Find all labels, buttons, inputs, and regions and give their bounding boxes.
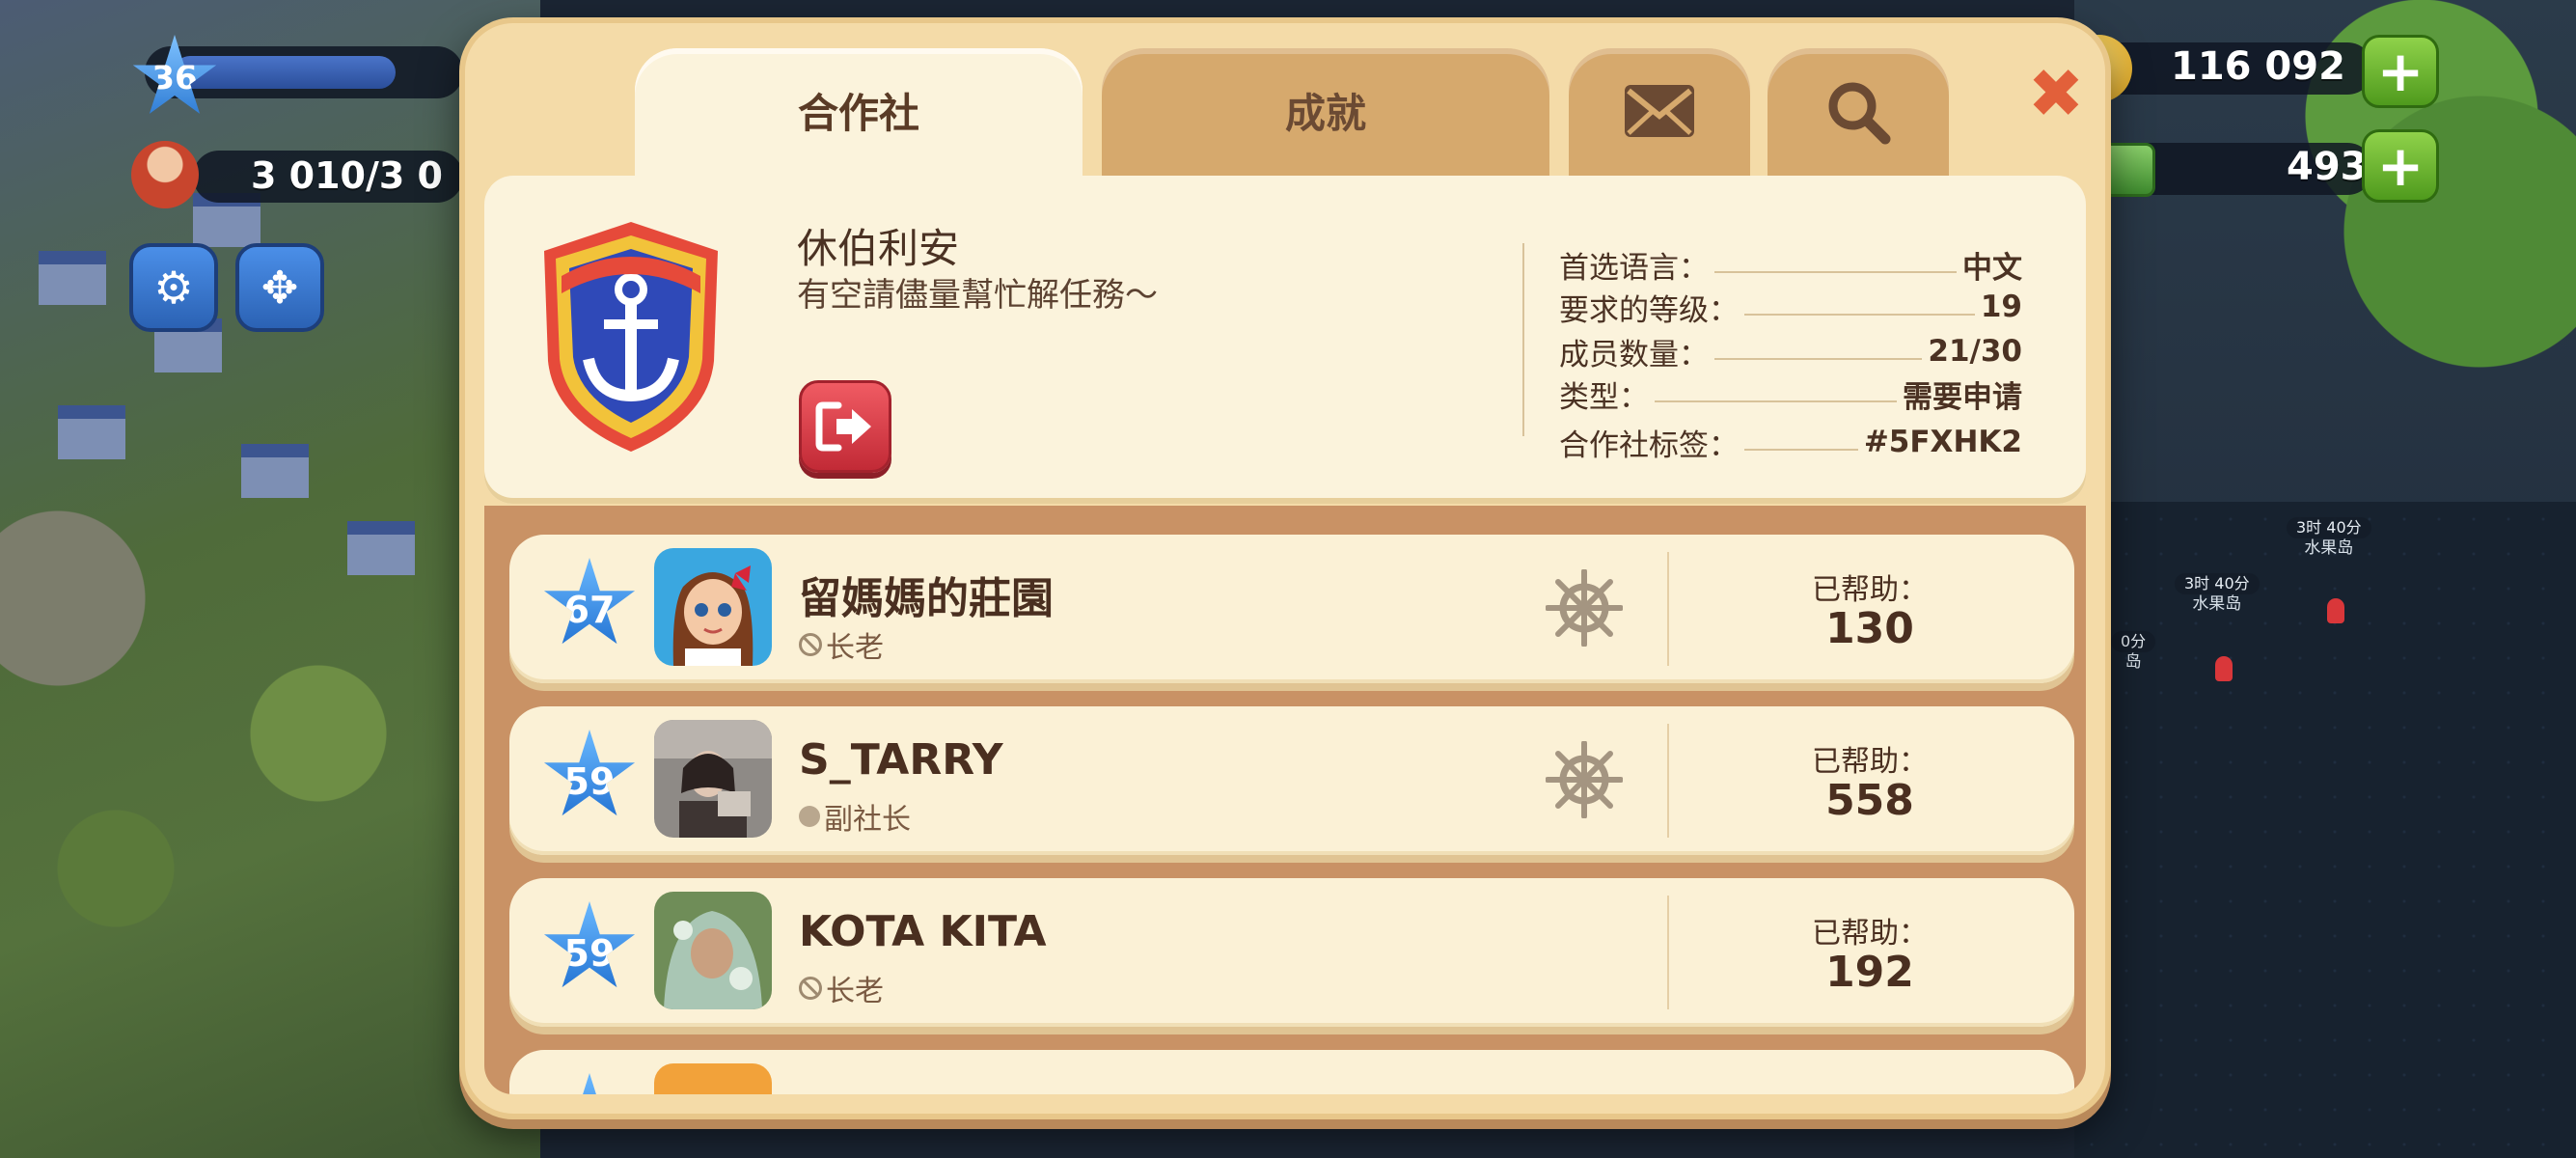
- helped-count: 130: [1825, 604, 1914, 653]
- tab-achievements[interactable]: 成就: [1102, 48, 1549, 176]
- avatar[interactable]: [654, 720, 772, 838]
- add-cash-button[interactable]: +: [2362, 129, 2439, 203]
- member-name: KOTA KITA: [799, 907, 1047, 956]
- buoy-icon: [2327, 598, 2344, 623]
- member-row[interactable]: 59 S_TARRY 副社长 已帮助： 558: [509, 706, 2074, 855]
- avatar[interactable]: [654, 892, 772, 1009]
- stat-language: 首选语言： 中文: [1559, 250, 2022, 286]
- stat-required-level: 要求的等级： 19: [1559, 290, 2022, 328]
- member-role: 长老: [799, 967, 884, 1009]
- mail-icon: [1625, 85, 1694, 137]
- level-star-icon: 67: [543, 558, 636, 645]
- member-name: S_TARRY: [799, 735, 1003, 785]
- tab-search[interactable]: [1768, 48, 1949, 176]
- anchor-shield-icon: [544, 222, 718, 452]
- member-row[interactable]: 67 留媽媽的莊園 长老 已帮助： 130: [509, 535, 2074, 683]
- helped-label: 已帮助：: [1812, 745, 1928, 779]
- house: [241, 444, 309, 498]
- island-label[interactable]: 0分 岛: [2111, 631, 2156, 672]
- tab-coop[interactable]: 合作社: [635, 48, 1082, 193]
- house: [39, 251, 106, 305]
- helm-icon[interactable]: [1546, 741, 1623, 818]
- member-role: 长老: [799, 623, 884, 666]
- level-star-icon: [543, 1073, 636, 1094]
- divider: [1522, 243, 1524, 436]
- avatar[interactable]: [654, 548, 772, 666]
- level-star-icon: 59: [543, 730, 636, 816]
- population-icon: [131, 141, 199, 208]
- coop-info-card: 休伯利安 有空請儘量幫忙解任務～ 首选语言： 中文 要求的等级： 19 成员数量： 2…: [484, 176, 2086, 504]
- helm-icon[interactable]: [1546, 569, 1623, 647]
- island-label[interactable]: 3时 40分 水果岛: [2175, 573, 2260, 614]
- add-coins-button[interactable]: +: [2362, 35, 2439, 108]
- stat-type: 类型： 需要申请: [1559, 379, 2022, 415]
- ban-icon: [799, 633, 822, 656]
- helped-count: 558: [1825, 776, 1914, 825]
- move-arrows-icon[interactable]: ✥: [235, 243, 324, 332]
- stat-coop-tag: 合作社标签： #5FXHK2: [1559, 425, 2022, 463]
- island-label[interactable]: 3时 40分 水果岛: [2287, 517, 2371, 558]
- gear-icon[interactable]: ⚙: [129, 243, 218, 332]
- exit-door-icon: [815, 401, 871, 452]
- member-list[interactable]: 67 留媽媽的莊園 长老 已帮助： 130 59 S_TARRY 副社长 已帮助…: [484, 506, 2086, 1094]
- buoy-icon: [2215, 656, 2233, 681]
- ban-icon: [799, 977, 822, 1000]
- helped-label: 已帮助：: [1812, 917, 1928, 951]
- sea: [2074, 502, 2576, 1158]
- dot-icon: [799, 806, 820, 827]
- coop-name: 休伯利安: [797, 225, 960, 272]
- helped-label: 已帮助：: [1812, 573, 1928, 607]
- member-row[interactable]: 59 KOTA KITA 长老 已帮助： 192: [509, 878, 2074, 1027]
- search-icon: [1828, 82, 1891, 145]
- coop-panel: 合作社 成就 ✖ 休伯利安 有空請儘量幫忙解任務～ 首选语言： 中文 要求的等级…: [459, 17, 2111, 1119]
- house: [347, 521, 415, 575]
- tab-mail[interactable]: [1569, 48, 1750, 176]
- leave-coop-button[interactable]: [799, 380, 891, 473]
- close-button[interactable]: ✖: [2022, 60, 2090, 127]
- stat-member-count: 成员数量： 21/30: [1559, 334, 2022, 372]
- member-role: 副社长: [799, 795, 911, 838]
- member-name: 留媽媽的莊園: [799, 574, 1054, 623]
- helped-count: 192: [1825, 948, 1914, 997]
- close-icon: ✖: [2027, 54, 2085, 133]
- avatar[interactable]: [654, 1063, 772, 1094]
- member-row[interactable]: [509, 1050, 2074, 1094]
- level-star-icon: 59: [543, 901, 636, 988]
- coop-description: 有空請儘量幫忙解任務～: [797, 276, 1158, 315]
- population-bar: 3 010/3 0: [193, 151, 463, 203]
- house: [58, 405, 125, 459]
